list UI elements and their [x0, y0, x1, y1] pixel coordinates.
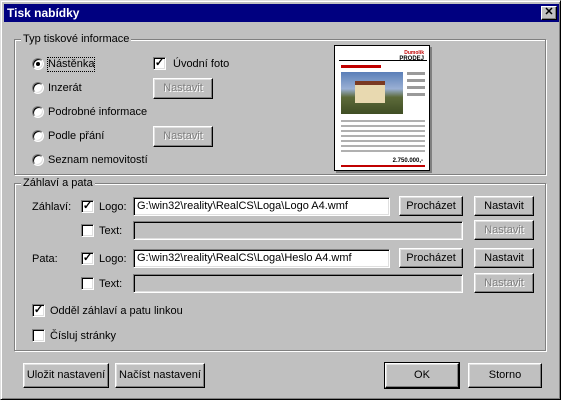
- radio-podle-prani[interactable]: [32, 130, 44, 142]
- radio-inzerat[interactable]: [32, 82, 44, 94]
- footer-text-label[interactable]: Text:: [99, 278, 122, 291]
- header-footer-legend: Záhlaví a pata: [21, 177, 95, 190]
- radio-nastenka[interactable]: [32, 58, 44, 70]
- header-logo-label[interactable]: Logo:: [99, 201, 127, 214]
- separate-line-checkbox[interactable]: ✓: [32, 304, 45, 317]
- footer-logo-setup-button[interactable]: Nastavit: [474, 248, 534, 268]
- footer-logo-label[interactable]: Logo:: [99, 253, 127, 266]
- preview-price: 2.750.000,-: [392, 158, 423, 164]
- header-text-setup-button[interactable]: Nastavit: [474, 220, 534, 240]
- cancel-button[interactable]: Storno: [468, 363, 542, 388]
- radio-seznam-nemovitosti[interactable]: [32, 154, 44, 166]
- radio-seznam-nemovitosti-label[interactable]: Seznam nemovitostí: [48, 154, 148, 167]
- header-logo-checkbox[interactable]: ✓: [81, 200, 94, 213]
- preview-house: [355, 81, 385, 103]
- radio-inzerat-label[interactable]: Inzerát: [48, 82, 82, 95]
- footer-text-setup-button[interactable]: Nastavit: [474, 273, 534, 293]
- preview-subtitle-bar: [341, 65, 381, 68]
- close-icon: ✕: [544, 6, 554, 18]
- header-label: Záhlaví:: [32, 201, 72, 213]
- number-pages-label[interactable]: Čísluj stránky: [50, 330, 116, 343]
- footer-text-checkbox[interactable]: [81, 277, 94, 290]
- radio-nastenka-label[interactable]: Nástěnka: [46, 57, 96, 72]
- inzerat-setup-button[interactable]: Nastavit: [153, 78, 213, 99]
- print-preview-thumbnail: Dumolik PRODEJ 2.750.000,-: [334, 45, 430, 171]
- preview-sidebar: [407, 72, 425, 114]
- header-text-checkbox[interactable]: [81, 224, 94, 237]
- header-text-field[interactable]: [133, 221, 463, 240]
- ok-button[interactable]: OK: [384, 362, 460, 389]
- header-browse-button[interactable]: Procházet: [399, 196, 463, 216]
- radio-podle-prani-label[interactable]: Podle přání: [48, 130, 104, 143]
- number-pages-checkbox[interactable]: [32, 329, 45, 342]
- preview-text-lines: [341, 120, 425, 155]
- dialog-title: Tisk nabídky: [7, 6, 80, 20]
- radio-podrobne-informace-label[interactable]: Podrobné informace: [48, 106, 147, 119]
- load-settings-button[interactable]: Načíst nastavení: [115, 363, 205, 388]
- print-type-legend: Typ tiskové informace: [21, 33, 132, 46]
- footer-label: Pata:: [32, 253, 58, 265]
- save-settings-button[interactable]: Uložit nastavení: [23, 363, 109, 388]
- header-text-label[interactable]: Text:: [99, 225, 122, 238]
- preview-header-rule: [339, 60, 427, 64]
- podle-prani-setup-button[interactable]: Nastavit: [153, 126, 213, 147]
- print-offer-dialog: Tisk nabídky ✕ Typ tiskové informace Nás…: [0, 0, 561, 400]
- header-logo-path-field[interactable]: G:\win32\reality\RealCS\Loga\Logo A4.wmf: [133, 197, 390, 216]
- intro-photo-label[interactable]: Úvodní foto: [173, 58, 229, 71]
- close-button[interactable]: ✕: [541, 6, 557, 20]
- header-logo-setup-button[interactable]: Nastavit: [474, 196, 534, 216]
- preview-price-rule: [341, 165, 425, 167]
- footer-logo-path-field[interactable]: G:\win32\reality\RealCS\Loga\Heslo A4.wm…: [133, 249, 390, 268]
- footer-browse-button[interactable]: Procházet: [399, 248, 463, 268]
- intro-photo-checkbox[interactable]: ✓: [153, 57, 166, 70]
- title-bar: Tisk nabídky ✕: [4, 4, 559, 22]
- footer-logo-checkbox[interactable]: ✓: [81, 252, 94, 265]
- footer-text-field[interactable]: [133, 274, 463, 293]
- separate-line-label[interactable]: Odděl záhlaví a patu linkou: [50, 305, 183, 318]
- radio-podrobne-informace[interactable]: [32, 106, 44, 118]
